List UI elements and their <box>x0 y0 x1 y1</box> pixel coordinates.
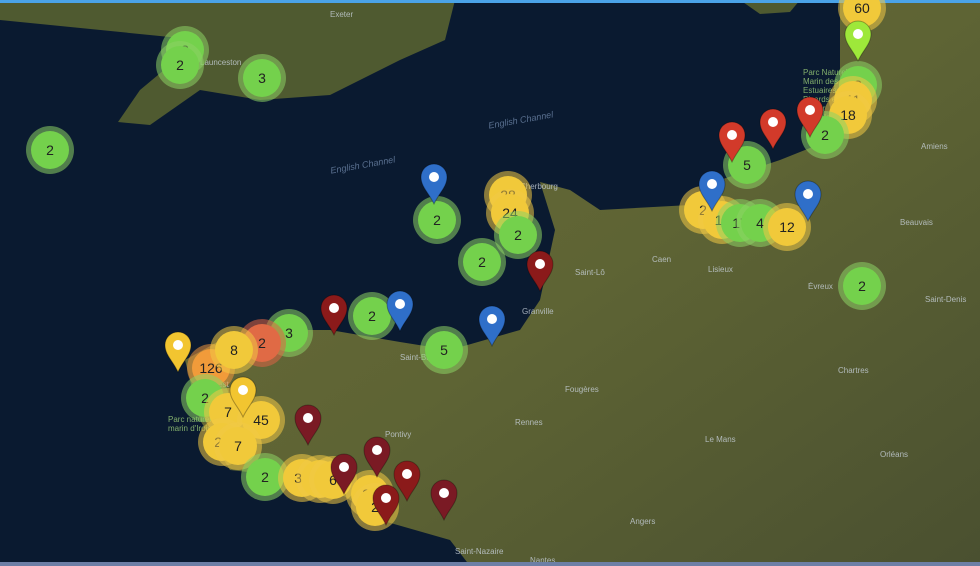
place-label: Orléans <box>880 450 909 459</box>
map-pin-icon[interactable] <box>163 331 193 374</box>
place-label: Exeter <box>330 10 354 19</box>
map-pin-icon[interactable] <box>329 453 359 496</box>
marker-cluster[interactable]: 5 <box>425 331 463 369</box>
marker-cluster[interactable]: 8 <box>215 331 253 369</box>
map-pin-icon[interactable] <box>371 484 401 527</box>
place-label: Chartres <box>838 366 869 375</box>
place-label: Lisieux <box>708 265 733 274</box>
place-label: Saint-Denis <box>925 295 967 304</box>
place-label: Granville <box>522 307 554 316</box>
marker-cluster[interactable]: 2 <box>499 216 537 254</box>
marker-cluster[interactable]: 2 <box>31 131 69 169</box>
marker-cluster[interactable]: 2 <box>463 243 501 281</box>
place-label: Beauvais <box>900 218 933 227</box>
marker-cluster[interactable]: 2 <box>418 201 456 239</box>
place-label: Saint-Lô <box>575 268 605 277</box>
map-pin-icon[interactable] <box>293 404 323 447</box>
map-pin-icon[interactable] <box>319 294 349 337</box>
place-label: Fougères <box>565 385 599 394</box>
place-label: Le Mans <box>705 435 736 444</box>
marker-cluster[interactable]: 2 <box>161 46 199 84</box>
place-label: Rennes <box>515 418 543 427</box>
map-pin-icon[interactable] <box>795 96 825 139</box>
map-pin-icon[interactable] <box>697 170 727 213</box>
map-pin-icon[interactable] <box>477 305 507 348</box>
map-pin-icon[interactable] <box>717 121 747 164</box>
marker-cluster[interactable]: 2 <box>246 458 284 496</box>
map-pin-icon[interactable] <box>843 20 873 63</box>
place-label: Amiens <box>921 142 948 151</box>
map-pin-icon[interactable] <box>793 180 823 223</box>
map-pin-icon[interactable] <box>525 250 555 293</box>
marker-cluster[interactable]: 7 <box>219 427 257 465</box>
map-pin-icon[interactable] <box>362 436 392 479</box>
place-label: Évreux <box>808 282 833 291</box>
place-label: Launceston <box>200 58 242 67</box>
bottom-border <box>0 562 980 566</box>
place-label: Caen <box>652 255 672 264</box>
map-canvas[interactable]: English Channel English Channel Exeter L… <box>0 0 980 566</box>
map-pin-icon[interactable] <box>758 108 788 151</box>
map-pin-icon[interactable] <box>429 479 459 522</box>
map-pin-icon[interactable] <box>228 376 258 419</box>
map-pin-icon[interactable] <box>385 290 415 333</box>
top-border <box>0 0 980 3</box>
map-pin-icon[interactable] <box>419 163 449 206</box>
marker-cluster[interactable]: 3 <box>243 59 281 97</box>
place-label: Angers <box>630 517 656 526</box>
marker-cluster[interactable]: 2 <box>843 267 881 305</box>
place-label: Saint-Nazaire <box>455 547 504 556</box>
